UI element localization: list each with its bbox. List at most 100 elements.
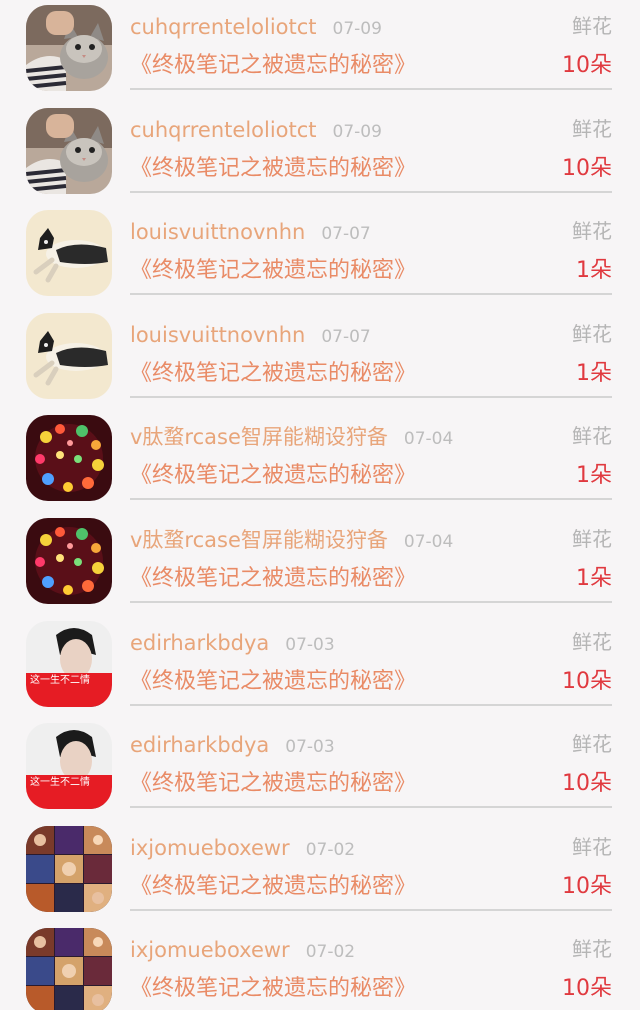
gift-record-row[interactable]: louisvuittnovnhn 07-07 鲜花 《终极笔记之被遗忘的秘密》 1… — [0, 205, 640, 307]
book-title[interactable]: 《终极笔记之被遗忘的秘密》 — [130, 872, 416, 902]
gift-type-label: 鲜花 — [572, 14, 612, 38]
gift-type-label: 鲜花 — [572, 424, 612, 449]
user-name[interactable]: cuhqrrenteloliotct — [130, 118, 317, 142]
collage-avatar-icon — [26, 825, 112, 912]
user-name-line: edirharkbdya 07-03 — [130, 629, 335, 659]
book-title[interactable]: 《终极笔记之被遗忘的秘密》 — [130, 461, 416, 491]
gift-count: 1朵 — [576, 566, 612, 591]
user-name[interactable]: louisvuittnovnhn — [130, 220, 305, 244]
book-title[interactable]: 《终极笔记之被遗忘的秘密》 — [130, 51, 416, 81]
user-avatar[interactable] — [26, 518, 112, 604]
user-avatar[interactable] — [26, 312, 112, 399]
row-divider — [130, 190, 612, 193]
gift-count: 1朵 — [576, 258, 612, 284]
gift-date: 07-09 — [332, 19, 382, 39]
gift-type-label: 鲜花 — [572, 834, 612, 859]
user-avatar[interactable]: 这一生不二情 — [26, 620, 112, 707]
cat-avatar-icon — [26, 107, 112, 194]
row-divider — [130, 601, 612, 603]
user-avatar[interactable] — [26, 415, 112, 502]
gift-count: 10朵 — [562, 668, 612, 694]
row-divider — [130, 498, 612, 501]
row-divider — [130, 806, 612, 809]
portrait-avatar-icon: 这一生不二情 — [26, 620, 112, 707]
user-name-line: edirharkbdya 07-03 — [130, 731, 335, 761]
book-title[interactable]: 《终极笔记之被遗忘的秘密》 — [130, 667, 416, 697]
gift-count: 10朵 — [562, 155, 612, 181]
user-name-line: louisvuittnovnhn 07-07 — [130, 218, 371, 248]
gift-type-label: 鲜花 — [572, 629, 612, 654]
gift-date: 07-03 — [285, 737, 335, 758]
user-name-line: ixjomueboxewr 07-02 — [130, 834, 355, 864]
gift-count: 1朵 — [576, 463, 612, 489]
row-divider — [130, 703, 612, 706]
avatar-caption: 这一生不二情 — [30, 673, 90, 686]
book-title[interactable]: 《终极笔记之被遗忘的秘密》 — [130, 769, 416, 799]
bokeh-lights-avatar-icon — [26, 415, 112, 502]
gift-date: 07-07 — [321, 224, 371, 245]
user-avatar[interactable]: 这一生不二情 — [26, 723, 112, 810]
row-divider — [130, 88, 612, 90]
gift-date: 07-02 — [305, 942, 356, 963]
gift-record-row[interactable]: cuhqrrenteloliotct 07-09 鲜花 《终极笔记之被遗忘的秘密》… — [0, 103, 640, 205]
gift-record-row[interactable]: cuhqrrenteloliotct 07-09 鲜花 《终极笔记之被遗忘的秘密》… — [0, 0, 640, 102]
user-name[interactable]: cuhqrrenteloliotct — [130, 15, 317, 39]
gift-record-row[interactable]: ixjomueboxewr 07-02 鲜花 《终极笔记之被遗忘的秘密》 10朵 — [0, 923, 640, 1010]
book-title[interactable]: 《终极笔记之被遗忘的秘密》 — [130, 564, 416, 594]
gift-record-row[interactable]: v肽蝥rcase智屏能糊设狩备 07-04 鲜花 《终极笔记之被遗忘的秘密》 1朵 — [0, 513, 640, 615]
gift-type-label: 鲜花 — [572, 219, 612, 244]
user-name-line: cuhqrrenteloliotct 07-09 — [130, 13, 382, 43]
jumping-cat-avatar-icon — [26, 312, 112, 399]
gift-date: 07-04 — [403, 429, 454, 450]
user-name[interactable]: v肽蝥rcase智屏能糊设狩备 — [130, 528, 388, 552]
bokeh-lights-avatar-icon — [26, 518, 112, 604]
user-name-line: cuhqrrenteloliotct 07-09 — [130, 116, 382, 146]
portrait-avatar-icon: 这一生不二情 — [26, 723, 112, 810]
row-divider — [130, 293, 612, 296]
user-name-line: louisvuittnovnhn 07-07 — [130, 321, 371, 351]
user-avatar[interactable] — [26, 210, 112, 297]
user-avatar[interactable] — [26, 825, 112, 912]
user-name-line: ixjomueboxewr 07-02 — [130, 936, 355, 966]
book-title[interactable]: 《终极笔记之被遗忘的秘密》 — [130, 974, 416, 1004]
user-name[interactable]: ixjomueboxewr — [130, 836, 290, 860]
collage-avatar-icon — [26, 928, 112, 1010]
jumping-cat-avatar-icon — [26, 210, 112, 297]
gift-record-row[interactable]: louisvuittnovnhn 07-07 鲜花 《终极笔记之被遗忘的秘密》 1… — [0, 308, 640, 410]
user-name-line: v肽蝥rcase智屏能糊设狩备 07-04 — [130, 423, 453, 453]
gift-count: 10朵 — [562, 976, 612, 1002]
row-divider — [130, 908, 612, 911]
gift-type-label: 鲜花 — [572, 732, 612, 757]
gift-record-row[interactable]: 这一生不二情 edirharkbdya 07-03 鲜花 《终极笔记之被遗忘的秘密… — [0, 718, 640, 820]
gift-count: 10朵 — [562, 873, 612, 899]
gift-type-label: 鲜花 — [572, 937, 612, 962]
book-title[interactable]: 《终极笔记之被遗忘的秘密》 — [130, 359, 416, 389]
gift-date: 07-02 — [305, 839, 356, 860]
gift-count: 10朵 — [562, 53, 612, 78]
user-name[interactable]: ixjomueboxewr — [130, 938, 290, 962]
user-name-line: v肽蝥rcase智屏能糊设狩备 07-04 — [130, 526, 453, 556]
avatar-caption: 这一生不二情 — [30, 775, 90, 788]
user-name[interactable]: v肽蝥rcase智屏能糊设狩备 — [130, 425, 388, 449]
gift-record-row[interactable]: v肽蝥rcase智屏能糊设狩备 07-04 鲜花 《终极笔记之被遗忘的秘密》 1朵 — [0, 410, 640, 512]
gift-count: 1朵 — [576, 360, 612, 386]
user-avatar[interactable] — [26, 5, 112, 91]
gift-date: 07-04 — [403, 532, 454, 552]
gift-record-row[interactable]: ixjomueboxewr 07-02 鲜花 《终极笔记之被遗忘的秘密》 10朵 — [0, 821, 640, 923]
user-name[interactable]: louisvuittnovnhn — [130, 323, 305, 347]
user-name[interactable]: edirharkbdya — [130, 631, 269, 655]
gift-record-row[interactable]: 这一生不二情 edirharkbdya 07-03 鲜花 《终极笔记之被遗忘的秘密… — [0, 616, 640, 718]
gift-date: 07-09 — [332, 121, 382, 142]
gift-date: 07-07 — [321, 326, 371, 347]
book-title[interactable]: 《终极笔记之被遗忘的秘密》 — [130, 256, 416, 286]
gift-type-label: 鲜花 — [572, 527, 612, 551]
gift-date: 07-03 — [285, 634, 335, 655]
gift-count: 10朵 — [562, 771, 612, 797]
user-name[interactable]: edirharkbdya — [130, 733, 269, 757]
gift-type-label: 鲜花 — [572, 321, 612, 346]
gift-type-label: 鲜花 — [572, 116, 612, 141]
book-title[interactable]: 《终极笔记之被遗忘的秘密》 — [130, 154, 416, 184]
gift-record-list: cuhqrrenteloliotct 07-09 鲜花 《终极笔记之被遗忘的秘密》… — [0, 0, 640, 1010]
user-avatar[interactable] — [26, 928, 112, 1010]
user-avatar[interactable] — [26, 107, 112, 194]
